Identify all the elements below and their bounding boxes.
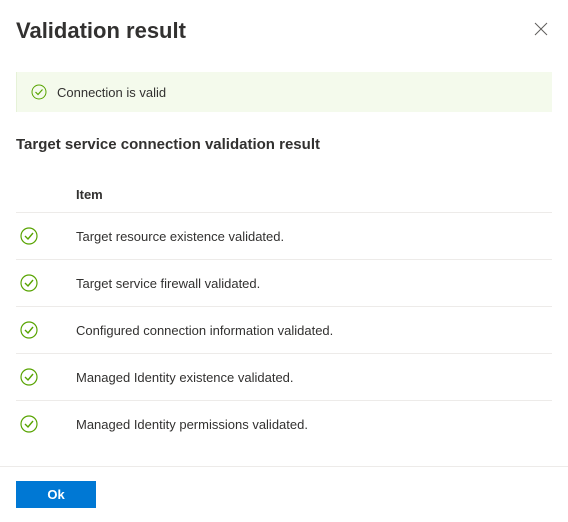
- status-cell: [16, 321, 76, 339]
- table-row: Configured connection information valida…: [16, 306, 552, 353]
- status-cell: [16, 274, 76, 292]
- table-row: Managed Identity permissions validated.: [16, 400, 552, 447]
- item-cell: Target service firewall validated.: [76, 276, 260, 291]
- table-row: Target service firewall validated.: [16, 259, 552, 306]
- item-cell: Target resource existence validated.: [76, 229, 284, 244]
- section-title: Target service connection validation res…: [16, 136, 552, 153]
- ok-button[interactable]: Ok: [16, 481, 96, 508]
- status-cell: [16, 368, 76, 386]
- page-title: Validation result: [16, 18, 186, 44]
- validation-table: Item Target resource existence validated…: [16, 187, 552, 447]
- success-icon: [20, 321, 38, 339]
- table-row: Target resource existence validated.: [16, 212, 552, 259]
- table-row: Managed Identity existence validated.: [16, 353, 552, 400]
- item-cell: Managed Identity permissions validated.: [76, 417, 308, 432]
- table-header: Item: [16, 187, 552, 212]
- banner-message: Connection is valid: [57, 85, 166, 100]
- column-item: Item: [76, 187, 103, 202]
- success-icon: [20, 227, 38, 245]
- success-icon: [20, 368, 38, 386]
- item-cell: Configured connection information valida…: [76, 323, 333, 338]
- success-icon: [31, 84, 47, 100]
- panel-footer: Ok: [0, 466, 568, 522]
- close-button[interactable]: [530, 18, 552, 40]
- validation-panel: Validation result Connection is valid Ta…: [0, 0, 568, 447]
- success-icon: [20, 274, 38, 292]
- column-status: [16, 187, 76, 202]
- panel-header: Validation result: [16, 18, 552, 44]
- status-banner: Connection is valid: [16, 72, 552, 112]
- status-cell: [16, 415, 76, 433]
- item-cell: Managed Identity existence validated.: [76, 370, 294, 385]
- success-icon: [20, 415, 38, 433]
- status-cell: [16, 227, 76, 245]
- close-icon: [534, 22, 548, 36]
